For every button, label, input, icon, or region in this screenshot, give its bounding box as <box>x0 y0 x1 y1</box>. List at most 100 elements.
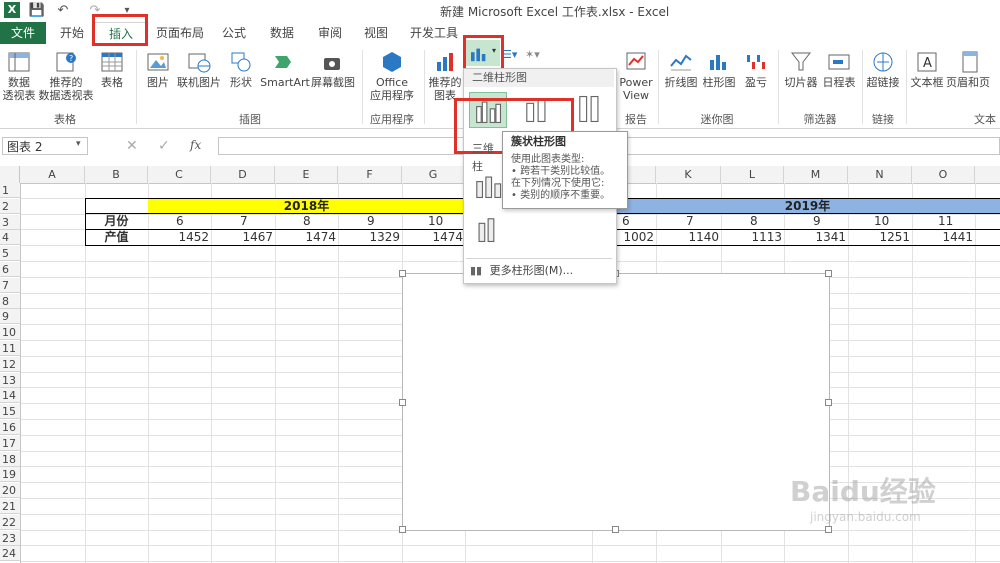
month-cell[interactable]: 10 <box>428 214 443 229</box>
month-cell[interactable]: 10 <box>874 214 889 229</box>
tab-view[interactable]: 视图 <box>356 22 396 44</box>
recommended-chart-button[interactable]: 推荐的 图表 <box>426 50 464 102</box>
row-header[interactable]: 11 <box>0 341 20 356</box>
pivot-table-button[interactable]: 数据 透视表 <box>2 50 36 102</box>
value-cell[interactable]: 1452 <box>148 230 209 245</box>
column-header-l[interactable]: L <box>721 166 784 183</box>
tab-data[interactable]: 数据 <box>262 22 302 44</box>
select-all-corner[interactable] <box>0 166 20 183</box>
smartart-button[interactable]: SmartArt <box>260 50 310 89</box>
resize-handle[interactable] <box>612 526 619 533</box>
recommended-pivot-button[interactable]: ? 推荐的 数据透视表 <box>38 50 94 102</box>
value-cell[interactable]: 1441 <box>912 230 973 245</box>
row-header[interactable]: 3 <box>0 214 20 230</box>
row-header[interactable]: 14 <box>0 388 20 404</box>
slicer-button[interactable]: 切片器 <box>782 50 820 89</box>
row-header[interactable]: 6 <box>0 262 20 277</box>
month-cell[interactable]: 6 <box>622 214 630 229</box>
row-header[interactable]: 17 <box>0 435 20 451</box>
row-header[interactable]: 16 <box>0 420 20 435</box>
percent-stacked-column-option[interactable] <box>572 92 610 128</box>
month-label-cell[interactable]: 月份 <box>85 214 148 229</box>
month-cell[interactable]: 8 <box>303 214 311 229</box>
row-header[interactable]: 21 <box>0 499 20 514</box>
save-icon[interactable]: 💾 <box>28 2 46 20</box>
year-2019-header[interactable]: 2019年 <box>615 198 1000 214</box>
value-cell[interactable]: 1341 <box>784 230 846 245</box>
bar-chart-small-icon[interactable]: ☰▾ <box>502 48 522 62</box>
header-footer-button[interactable]: 页眉和页 <box>946 50 1000 89</box>
office-apps-button[interactable]: Office 应用程序 <box>364 50 420 102</box>
value-label-cell[interactable]: 产值 <box>85 230 148 245</box>
picture-button[interactable]: 图片 <box>142 50 174 89</box>
column-header-g[interactable]: G <box>402 166 465 183</box>
sparkline-line-button[interactable]: 折线图 <box>662 50 700 89</box>
value-cell[interactable]: 1251 <box>848 230 910 245</box>
undo-icon[interactable]: ↶ <box>54 2 72 20</box>
row-header[interactable]: 9 <box>0 309 20 325</box>
column-header-o[interactable]: O <box>912 166 975 183</box>
resize-handle[interactable] <box>825 270 832 277</box>
month-cell[interactable]: 7 <box>686 214 694 229</box>
value-cell[interactable]: 1467 <box>211 230 273 245</box>
timeline-button[interactable]: 日程表 <box>820 50 858 89</box>
sparkline-winloss-button[interactable]: 盈亏 <box>740 50 772 89</box>
row-header[interactable]: 13 <box>0 372 20 388</box>
textbox-button[interactable]: A 文本框 <box>908 50 946 89</box>
column-header-m[interactable]: M <box>784 166 848 183</box>
resize-handle[interactable] <box>825 399 832 406</box>
column-header-c[interactable]: C <box>148 166 211 183</box>
month-cell[interactable]: 9 <box>367 214 375 229</box>
more-column-charts-option[interactable]: ▮▮ 更多柱形图(M)... <box>470 262 610 278</box>
month-cell[interactable]: 8 <box>750 214 758 229</box>
value-cell[interactable]: 1113 <box>721 230 782 245</box>
insert-function-icon[interactable]: fx <box>190 138 201 152</box>
empty-chart-area[interactable] <box>402 273 830 531</box>
other-chart-small-icon[interactable]: ✶▾ <box>525 48 549 62</box>
row-header[interactable]: 8 <box>0 293 20 309</box>
column-header-n[interactable]: N <box>848 166 912 183</box>
sparkline-column-button[interactable]: 柱形图 <box>700 50 738 89</box>
month-cell[interactable]: 9 <box>813 214 821 229</box>
month-cell[interactable]: 7 <box>240 214 248 229</box>
month-cell[interactable]: 6 <box>176 214 184 229</box>
row-header[interactable]: 7 <box>0 277 20 293</box>
resize-handle[interactable] <box>399 526 406 533</box>
value-cell[interactable]: 1474 <box>275 230 336 245</box>
resize-handle[interactable] <box>399 270 406 277</box>
enter-icon[interactable]: ✓ <box>158 138 170 154</box>
row-header[interactable]: 19 <box>0 467 20 483</box>
row-header[interactable]: 1 <box>0 183 20 198</box>
value-cell[interactable]: 1329 <box>338 230 400 245</box>
tab-home[interactable]: 开始 <box>50 22 94 44</box>
row-header[interactable]: 5 <box>0 246 20 262</box>
tab-page-layout[interactable]: 页面布局 <box>150 22 210 44</box>
table-button[interactable]: 表格 <box>96 50 128 89</box>
value-cell[interactable]: 1474 <box>402 230 463 245</box>
row-header[interactable]: 2 <box>0 198 20 214</box>
row-header[interactable]: 15 <box>0 404 20 420</box>
year-2018-header[interactable]: 2018年 <box>148 198 465 214</box>
resize-handle[interactable] <box>399 399 406 406</box>
row-header[interactable]: 20 <box>0 483 20 499</box>
3d-column-option[interactable] <box>469 212 507 248</box>
powerview-button[interactable]: Power View <box>618 50 654 102</box>
name-box-dropdown-icon[interactable]: ▾ <box>76 139 81 149</box>
screenshot-button[interactable]: 屏幕截图 <box>310 50 356 89</box>
tab-file[interactable]: 文件 <box>0 22 46 44</box>
column-header-a[interactable]: A <box>20 166 85 183</box>
row-header[interactable]: 12 <box>0 356 20 372</box>
shapes-button[interactable]: 形状 <box>224 50 258 89</box>
column-header-k[interactable]: K <box>656 166 721 183</box>
column-header-f[interactable]: F <box>338 166 402 183</box>
value-cell[interactable]: 1140 <box>656 230 719 245</box>
tab-formulas[interactable]: 公式 <box>214 22 254 44</box>
column-header-e[interactable]: E <box>275 166 338 183</box>
row-header[interactable]: 24 <box>0 546 20 562</box>
row-header[interactable]: 4 <box>0 230 20 246</box>
tab-developer[interactable]: 开发工具 <box>404 22 464 44</box>
row-header[interactable]: 23 <box>0 530 20 546</box>
row-header[interactable]: 10 <box>0 325 20 341</box>
tab-review[interactable]: 审阅 <box>310 22 350 44</box>
column-header-d[interactable]: D <box>211 166 275 183</box>
